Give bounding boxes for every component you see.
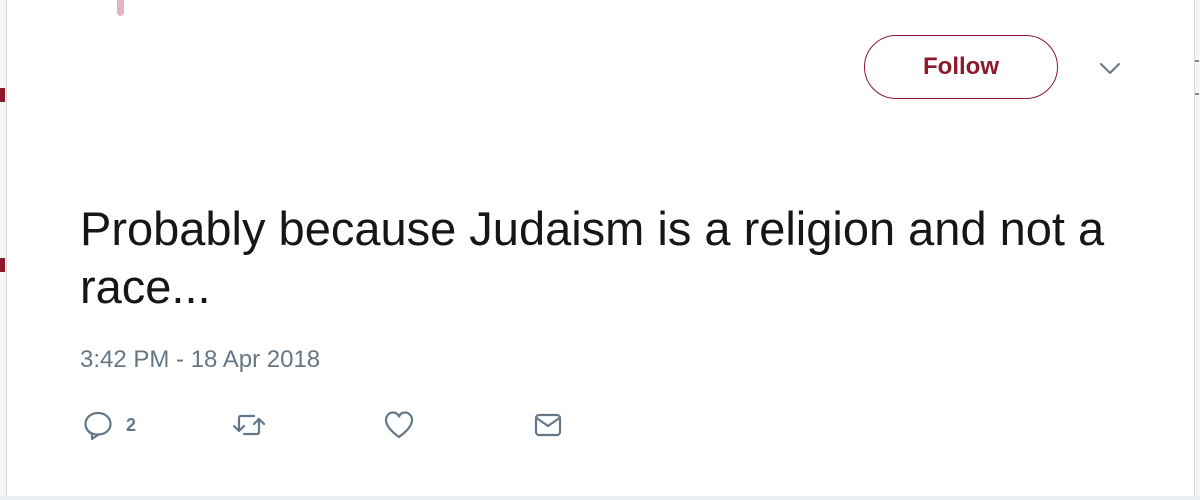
- scrollbar-edge: [1194, 0, 1200, 500]
- avatar[interactable]: [117, 0, 124, 16]
- tweet-text: Probably because Judaism is a religion a…: [80, 202, 1105, 313]
- adjacent-window-edge: [0, 0, 7, 500]
- direct-message-button[interactable]: [533, 408, 563, 442]
- envelope-icon: [533, 409, 563, 441]
- tweet-page: Follow Probably because Judaism is a rel…: [0, 0, 1200, 500]
- bottom-divider: [0, 496, 1200, 500]
- reply-icon: [82, 409, 114, 441]
- reply-button[interactable]: 2: [82, 408, 136, 442]
- retweet-button[interactable]: [230, 408, 268, 442]
- follow-button[interactable]: Follow: [864, 35, 1058, 99]
- retweet-icon: [230, 409, 268, 441]
- like-button[interactable]: [383, 408, 415, 442]
- tweet-timestamp[interactable]: 3:42 PM - 18 Apr 2018: [80, 346, 320, 374]
- heart-icon: [383, 409, 415, 441]
- chevron-down-icon[interactable]: [1097, 58, 1123, 78]
- reply-count: 2: [126, 414, 137, 435]
